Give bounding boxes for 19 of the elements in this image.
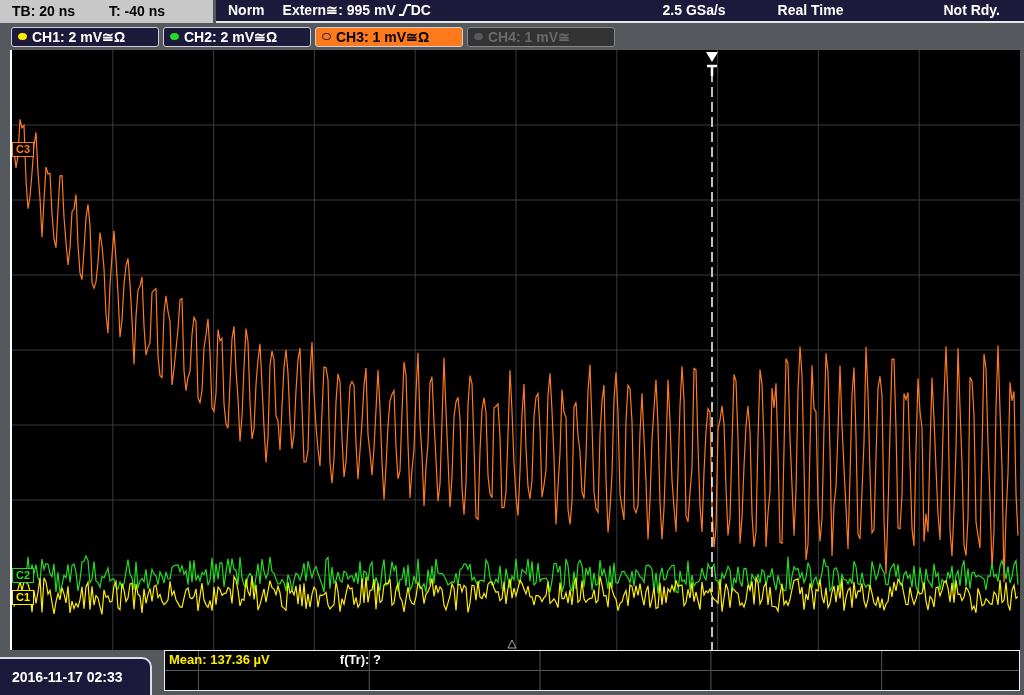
timebase-label: TB: 20 ns (12, 3, 75, 20)
measurement-text: Mean: 137.36 µV (168, 651, 271, 669)
channel-button[interactable]: CH3: 1 mV≅Ω (315, 26, 463, 47)
trigger-mode-label: Norm (228, 2, 265, 19)
channel-marker: C1 (12, 589, 35, 605)
trigger-time-label: T: -40 ns (109, 3, 166, 20)
coupling-label: DC (410, 2, 431, 19)
date-time-label: 2016-11-17 02:33 (0, 657, 152, 695)
acquisition-type-label: Real Time (777, 2, 844, 19)
channel-marker: C2 (12, 567, 35, 583)
position-marker-icon (507, 639, 517, 649)
status-label: Not Rdy. (943, 2, 1000, 19)
rising-edge-icon (398, 4, 411, 17)
trigger-source-label: Extern≅: 995 mV (282, 2, 396, 19)
channel-marker: C3 (12, 141, 35, 157)
channel-button[interactable]: CH1: 2 mV≅Ω (11, 26, 159, 47)
channel-button[interactable]: CH2: 2 mV≅Ω (163, 26, 311, 47)
sample-rate-label: 2.5 GSa/s (662, 2, 726, 19)
measurement-text: f(Tr): ? (338, 651, 382, 669)
